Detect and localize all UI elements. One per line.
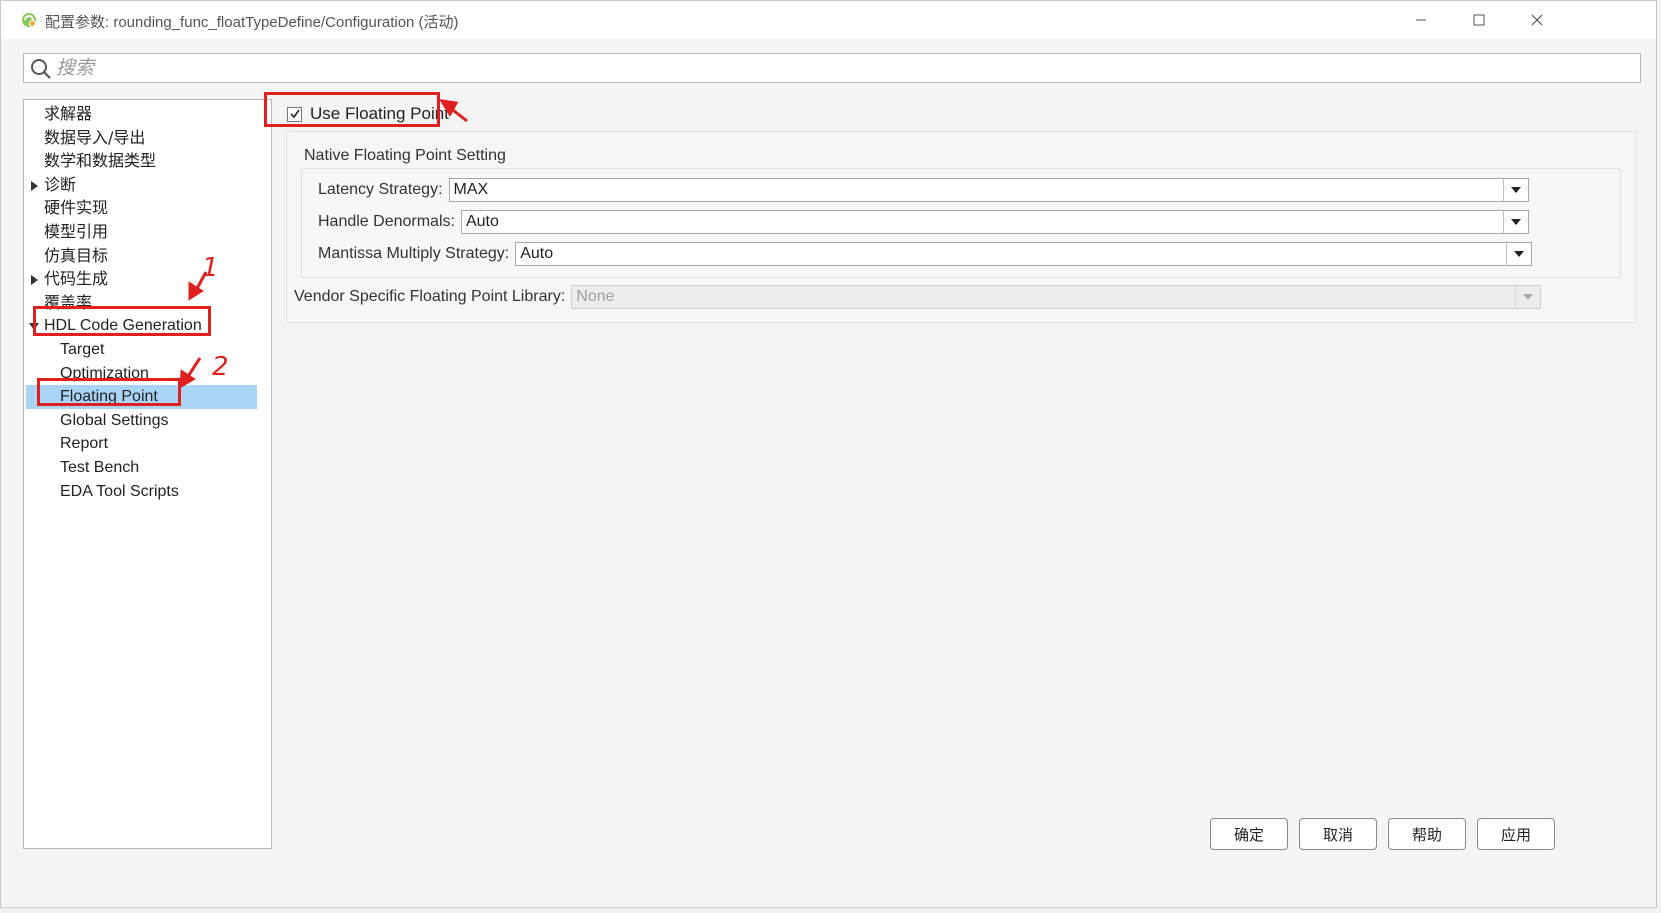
tree-item-label: 模型引用 bbox=[44, 222, 109, 241]
latency-strategy-field: Latency Strategy: MAX bbox=[318, 178, 1529, 202]
tree-item-label: 求解器 bbox=[44, 104, 93, 123]
native-floating-point-fields: Latency Strategy: MAX Handle Denormals: … bbox=[301, 168, 1621, 278]
tree-item-label: Target bbox=[60, 341, 105, 358]
minimize-button[interactable] bbox=[1401, 7, 1441, 33]
vendor-library-select: None bbox=[571, 285, 1542, 309]
tree-item-label: 硬件实现 bbox=[44, 198, 109, 217]
close-button[interactable] bbox=[1517, 7, 1557, 33]
tree-item-target[interactable]: Target bbox=[60, 338, 104, 362]
latency-strategy-value: MAX bbox=[453, 181, 489, 198]
settings-pane: Use Floating Point Native Floating Point… bbox=[279, 93, 1649, 853]
handle-denormals-select[interactable]: Auto bbox=[460, 210, 1529, 234]
search-input[interactable] bbox=[56, 54, 1616, 82]
tree-item-label: 数据导入/导出 bbox=[44, 128, 146, 147]
title-bar: 配置参数: rounding_func_floatTypeDefine/Conf… bbox=[1, 1, 1656, 39]
tree-item-label: 数学和数据类型 bbox=[44, 151, 157, 170]
cancel-button[interactable]: 取消 bbox=[1299, 818, 1377, 850]
tree-item-code-generation[interactable]: 代码生成 bbox=[24, 267, 264, 291]
tree-item-label: 仿真目标 bbox=[44, 246, 109, 265]
mantissa-multiply-select[interactable]: Auto bbox=[515, 242, 1533, 266]
chevron-down-icon[interactable] bbox=[1502, 211, 1528, 233]
chevron-down-icon[interactable] bbox=[1502, 179, 1528, 201]
handle-denormals-value: Auto bbox=[465, 213, 499, 230]
mantissa-multiply-field: Mantissa Multiply Strategy: Auto bbox=[318, 242, 1533, 266]
group-title: Native Floating Point Setting bbox=[304, 147, 506, 164]
mantissa-multiply-value: Auto bbox=[520, 245, 554, 262]
dialog-client: 求解器 数据导入/导出 数学和数据类型 诊断 硬件实现 模型引用 仿真目标 代码… bbox=[1, 39, 1656, 907]
chevron-down-icon[interactable] bbox=[1506, 243, 1532, 265]
handle-denormals-label: Handle Denormals: bbox=[318, 213, 455, 230]
tree-item-label: Report bbox=[60, 435, 109, 452]
latency-strategy-select[interactable]: MAX bbox=[448, 178, 1529, 202]
vendor-library-label: Vendor Specific Floating Point Library: bbox=[294, 288, 566, 305]
tree-item-sim-target[interactable]: 仿真目标 bbox=[44, 244, 108, 268]
mantissa-multiply-label: Mantissa Multiply Strategy: bbox=[318, 245, 510, 262]
maximize-button[interactable] bbox=[1459, 7, 1499, 33]
tree-item-label: Test Bench bbox=[60, 459, 140, 476]
highlight-box-use-floating-point bbox=[264, 92, 440, 127]
tree-item-global-settings[interactable]: Global Settings bbox=[60, 409, 169, 433]
tree-item-label: EDA Tool Scripts bbox=[60, 483, 179, 500]
tree-item-hardware[interactable]: 硬件实现 bbox=[44, 196, 108, 220]
help-button[interactable]: 帮助 bbox=[1388, 818, 1466, 850]
tree-item-report[interactable]: Report bbox=[60, 432, 108, 456]
native-floating-point-group: Native Floating Point Setting Latency St… bbox=[286, 131, 1636, 323]
tree-item-label: 代码生成 bbox=[44, 269, 109, 288]
tree-item-label: 诊断 bbox=[44, 175, 77, 194]
tree-item-model-reference[interactable]: 模型引用 bbox=[44, 220, 108, 244]
search-icon bbox=[31, 59, 51, 79]
chevron-down-icon bbox=[1515, 286, 1541, 308]
simulink-app-icon bbox=[22, 13, 36, 27]
maximize-icon bbox=[1473, 14, 1485, 26]
close-icon bbox=[1531, 14, 1543, 26]
tree-item-eda-tool-scripts[interactable]: EDA Tool Scripts bbox=[60, 480, 179, 504]
tree-item-data-import-export[interactable]: 数据导入/导出 bbox=[44, 126, 145, 150]
expand-arrow-icon[interactable] bbox=[31, 181, 38, 191]
config-dialog: 配置参数: rounding_func_floatTypeDefine/Conf… bbox=[0, 0, 1657, 908]
annotation-number-2: 2 bbox=[212, 352, 229, 382]
handle-denormals-field: Handle Denormals: Auto bbox=[318, 210, 1529, 234]
latency-strategy-label: Latency Strategy: bbox=[318, 181, 443, 198]
expand-arrow-icon[interactable] bbox=[31, 275, 38, 285]
ok-button[interactable]: 确定 bbox=[1210, 818, 1288, 850]
highlight-box-hdl bbox=[33, 306, 211, 336]
search-box[interactable] bbox=[23, 53, 1641, 83]
vendor-library-value: None bbox=[576, 288, 615, 305]
tree-item-math-data-types[interactable]: 数学和数据类型 bbox=[44, 149, 156, 173]
category-tree[interactable]: 求解器 数据导入/导出 数学和数据类型 诊断 硬件实现 模型引用 仿真目标 代码… bbox=[23, 99, 272, 849]
minimize-icon bbox=[1416, 19, 1426, 21]
highlight-box-floating-point bbox=[37, 378, 181, 406]
tree-item-label: Global Settings bbox=[60, 412, 169, 429]
tree-item-test-bench[interactable]: Test Bench bbox=[60, 456, 139, 480]
vendor-library-field: Vendor Specific Floating Point Library: … bbox=[294, 285, 1542, 309]
window-title: 配置参数: rounding_func_floatTypeDefine/Conf… bbox=[45, 14, 459, 31]
tree-item-solver[interactable]: 求解器 bbox=[44, 102, 92, 126]
apply-button[interactable]: 应用 bbox=[1477, 818, 1555, 850]
tree-item-diagnostics[interactable]: 诊断 bbox=[24, 173, 264, 197]
annotation-number-1: 1 bbox=[202, 253, 219, 283]
